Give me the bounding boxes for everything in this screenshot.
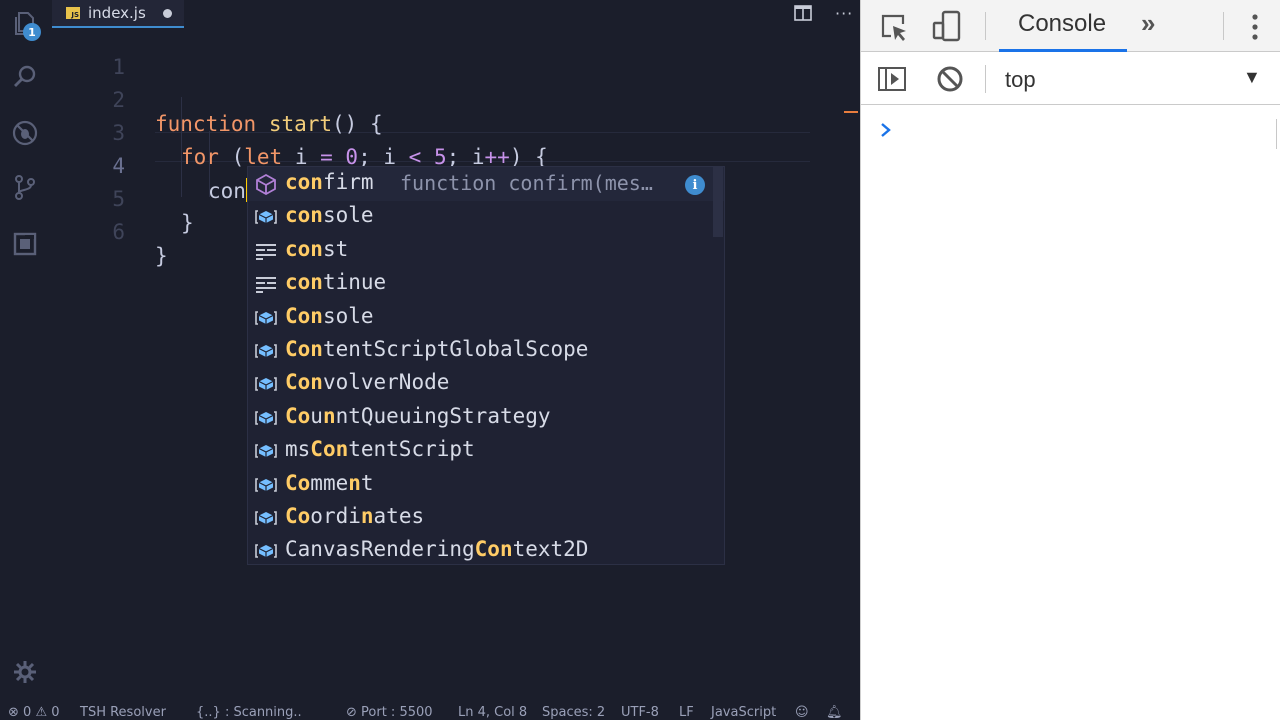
problems-indicator[interactable]: ⊗ 0 ⚠ 0 xyxy=(8,705,60,720)
toolbar-divider xyxy=(1276,119,1277,149)
variable-icon xyxy=(254,474,278,496)
tab-console[interactable]: Console xyxy=(999,0,1127,52)
toolbar-divider xyxy=(985,12,986,40)
js-file-icon: JS xyxy=(66,7,80,19)
suggestion-item[interactable]: ContentScriptGlobalScope xyxy=(248,334,724,367)
console-toolbar: top ▼ xyxy=(861,53,1280,149)
device-toolbar-icon[interactable] xyxy=(931,10,963,42)
suggestion-item[interactable]: const xyxy=(248,234,724,267)
console-input[interactable] xyxy=(901,116,1271,144)
show-sidebar-icon[interactable] xyxy=(877,65,907,93)
source-control-icon[interactable] xyxy=(10,172,40,202)
toolbar-divider xyxy=(1223,12,1224,40)
suggestion-label: msContentScript xyxy=(285,437,475,462)
editor-tabbar: JS index.js ··· xyxy=(52,0,860,28)
variable-icon xyxy=(254,440,278,462)
tab-filename: index.js xyxy=(88,4,146,22)
line-ending[interactable]: LF xyxy=(679,705,694,720)
tab-index-js[interactable]: JS index.js xyxy=(52,0,184,28)
suggestion-label: Console xyxy=(285,303,374,328)
console-prompt-chevron-icon xyxy=(881,123,891,137)
code-line: 3 for (let i = 0; i < 5; i++) { xyxy=(52,97,860,169)
resolver-status[interactable]: TSH Resolver xyxy=(80,705,166,720)
keyword-icon xyxy=(254,273,278,295)
variable-icon xyxy=(254,407,278,429)
code-line: 4 con xyxy=(52,130,860,203)
suggestion-detail: function confirm(mes… xyxy=(400,171,653,195)
devtools-panel: Console » top ▼ xyxy=(860,0,1280,720)
live-server-port[interactable]: ⊘ Port : 5500 xyxy=(346,705,433,720)
inspect-element-icon[interactable] xyxy=(879,12,909,42)
suggestion-label: confirm xyxy=(285,170,374,194)
suggestion-item[interactable]: ConvolverNode xyxy=(248,367,724,400)
code-editor: 1 JS index.js ··· 1 2 function start() {… xyxy=(0,0,860,720)
debug-icon[interactable] xyxy=(10,118,40,148)
scanning-status[interactable]: {..} : Scanning.. xyxy=(196,705,302,720)
code-line: 1 xyxy=(52,31,860,79)
suggestion-item[interactable]: console xyxy=(248,200,724,233)
execution-context-value: top xyxy=(1005,67,1036,92)
suggestion-item[interactable]: CanvasRenderingContext2D xyxy=(248,534,724,567)
cube-icon xyxy=(254,173,278,196)
kebab-menu-icon[interactable] xyxy=(1251,12,1259,42)
file-encoding[interactable]: UTF-8 xyxy=(621,705,659,720)
explorer-badge: 1 xyxy=(23,23,41,41)
suggestion-item[interactable]: continue xyxy=(248,267,724,300)
suggestion-label: const xyxy=(285,236,349,261)
suggestion-label: CounntQueuingStrategy xyxy=(285,403,551,428)
dropdown-arrow-icon: ▼ xyxy=(1243,67,1261,87)
variable-icon xyxy=(254,206,278,228)
clear-console-icon[interactable] xyxy=(935,64,965,94)
variable-icon xyxy=(254,540,278,562)
suggestion-item[interactable]: CounntQueuingStrategy xyxy=(248,401,724,434)
variable-icon xyxy=(254,340,278,362)
code-line: 2 function start() { xyxy=(52,64,860,136)
variable-icon xyxy=(254,507,278,529)
status-bar: ⊗ 0 ⚠ 0 TSH Resolver {..} : Scanning.. ⊘… xyxy=(0,705,860,720)
keyword-icon xyxy=(254,240,278,262)
suggestions-scrollbar[interactable] xyxy=(713,167,723,237)
unsaved-dot-icon[interactable] xyxy=(163,9,172,18)
suggestion-label: Coordinates xyxy=(285,504,425,528)
suggestion-item[interactable]: msContentScript xyxy=(248,434,724,467)
line-source: } xyxy=(155,244,168,268)
overview-ruler-marker xyxy=(844,111,858,113)
execution-context-select[interactable]: top ▼ xyxy=(991,59,1269,99)
extensions-icon[interactable] xyxy=(10,229,40,259)
search-icon[interactable] xyxy=(10,62,40,92)
more-actions-icon[interactable]: ··· xyxy=(835,4,853,23)
split-editor-icon[interactable] xyxy=(794,5,812,21)
more-tabs-icon[interactable]: » xyxy=(1141,8,1156,39)
settings-gear-icon[interactable] xyxy=(10,657,40,687)
cursor-position[interactable]: Ln 4, Col 8 xyxy=(458,705,527,720)
suggestion-label: Comment xyxy=(285,470,374,495)
activity-bar: 1 xyxy=(0,0,52,706)
variable-icon xyxy=(254,307,278,329)
indent-spaces[interactable]: Spaces: 2 xyxy=(542,705,605,720)
info-icon[interactable]: i xyxy=(685,175,705,195)
suggestion-item[interactable]: Console xyxy=(248,301,724,334)
variable-icon xyxy=(254,373,278,395)
toolbar-divider xyxy=(985,65,986,93)
notifications-bell-icon[interactable]: 🔔︎ xyxy=(826,705,843,720)
devtools-tabbar: Console » xyxy=(861,0,1280,52)
suggestion-label: ConvolverNode xyxy=(285,370,450,395)
line-number: 6 xyxy=(112,220,125,244)
language-mode[interactable]: JavaScript xyxy=(711,705,776,720)
suggestion-item[interactable]: Coordinates xyxy=(248,501,724,534)
suggestion-item[interactable]: Comment xyxy=(248,468,724,501)
suggestion-label: ContentScriptGlobalScope xyxy=(285,337,589,361)
tab-console-label: Console xyxy=(1018,10,1107,37)
suggestion-label: CanvasRenderingContext2D xyxy=(285,537,589,562)
feedback-smiley-icon[interactable]: ☺ xyxy=(795,705,809,720)
suggestion-label: console xyxy=(285,203,374,228)
suggestion-label: continue xyxy=(285,270,387,295)
autocomplete-suggestions[interactable]: confirm console const continue Console Conten… xyxy=(247,166,725,565)
